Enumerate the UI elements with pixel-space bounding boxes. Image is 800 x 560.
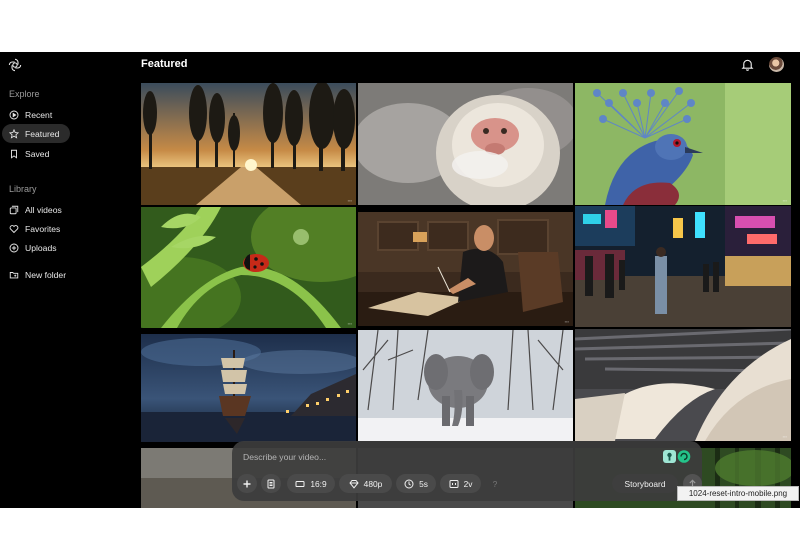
aspect-ratio-button[interactable]: 16:9 xyxy=(287,474,335,493)
filename-tooltip: 1024-reset-intro-mobile.png xyxy=(677,486,799,501)
video-thumbnail-monkey[interactable] xyxy=(358,83,573,205)
explore-heading: Explore xyxy=(9,89,40,99)
sidebar-item-all-videos[interactable]: All videos xyxy=(2,200,70,219)
resolution-button[interactable]: 480p xyxy=(339,474,392,493)
library-heading: Library xyxy=(9,184,37,194)
prompt-composer: Describe your video... 16:9 480p 5s 2v ?… xyxy=(232,441,702,501)
sidebar-item-label: Saved xyxy=(25,148,50,159)
bell-icon[interactable] xyxy=(741,58,754,71)
variations-button[interactable]: 2v xyxy=(440,474,481,493)
add-button[interactable] xyxy=(237,474,257,493)
sidebar-item-label: Favorites xyxy=(25,223,61,234)
variations-value: 2v xyxy=(463,478,473,489)
watermark: ▪▪▪ xyxy=(347,198,352,203)
variations-icon xyxy=(449,479,459,488)
watermark: ▪▪▪ xyxy=(782,434,787,439)
bookmark-icon xyxy=(11,149,17,159)
video-thumbnail-night-market[interactable] xyxy=(575,206,791,327)
aspect-ratio-value: 16:9 xyxy=(310,478,327,489)
video-thumbnail-ladybug[interactable]: ▪▪▪ xyxy=(141,207,356,328)
sidebar-item-label: All videos xyxy=(25,204,62,215)
aspect-ratio-icon xyxy=(295,480,305,487)
page-title: Featured xyxy=(141,58,188,70)
watermark: ▪▪▪ xyxy=(564,319,569,324)
sidebar-item-favorites[interactable]: Favorites xyxy=(2,219,70,238)
plus-circle-icon xyxy=(9,243,19,252)
sidebar-item-saved[interactable]: Saved xyxy=(2,144,70,163)
clock-icon xyxy=(404,479,414,488)
watermark: ▪▪▪ xyxy=(347,321,352,326)
sidebar-item-label: New folder xyxy=(25,269,67,280)
main-content: Featured ▪▪▪ ▪▪▪ ▪▪▪ ▪▪▪ ▪▪▪ xyxy=(140,52,800,508)
watermark: ▪▪▪ xyxy=(782,198,787,203)
app-window: Explore Recent Featured Saved Library Al… xyxy=(0,52,800,508)
document-icon xyxy=(267,479,275,488)
sidebar-item-uploads[interactable]: Uploads xyxy=(2,238,70,257)
sidebar-item-new-folder[interactable]: New folder xyxy=(2,265,82,284)
sidebar-item-label: Recent xyxy=(25,109,53,120)
sidebar-item-featured[interactable]: Featured xyxy=(2,124,70,143)
heart-icon xyxy=(9,224,19,233)
video-thumbnail-road[interactable]: ▪▪▪ xyxy=(141,83,356,205)
sidebar-item-label: Featured xyxy=(25,128,60,139)
diamond-icon xyxy=(349,479,359,489)
extension-icon[interactable] xyxy=(663,450,691,463)
duration-value: 5s xyxy=(419,478,428,489)
stacked-squares-icon xyxy=(9,205,19,214)
help-button[interactable]: ? xyxy=(487,474,503,493)
star-icon xyxy=(9,128,19,139)
openai-logo-icon[interactable] xyxy=(7,57,23,73)
prompt-input[interactable]: Describe your video... xyxy=(243,452,326,462)
video-thumbnail-pigeon[interactable]: ▪▪▪ xyxy=(575,83,791,205)
video-thumbnail-architecture[interactable]: ▪▪▪ xyxy=(575,329,791,441)
sidebar: Explore Recent Featured Saved Library Al… xyxy=(0,52,140,508)
video-thumbnail-writer[interactable]: ▪▪▪ xyxy=(358,212,573,326)
storyboard-doc-button[interactable] xyxy=(261,474,281,493)
plus-icon xyxy=(243,480,251,487)
folder-plus-icon xyxy=(9,271,19,278)
video-thumbnail-elephant[interactable] xyxy=(358,330,573,441)
user-avatar[interactable] xyxy=(769,57,784,72)
resolution-value: 480p xyxy=(363,478,383,489)
circle-play-icon xyxy=(9,110,19,119)
storyboard-button[interactable]: Storyboard xyxy=(612,474,678,493)
sidebar-item-recent[interactable]: Recent xyxy=(2,105,70,124)
sidebar-item-label: Uploads xyxy=(25,242,57,253)
duration-button[interactable]: 5s xyxy=(396,474,436,493)
video-thumbnail-ship[interactable] xyxy=(141,334,356,442)
